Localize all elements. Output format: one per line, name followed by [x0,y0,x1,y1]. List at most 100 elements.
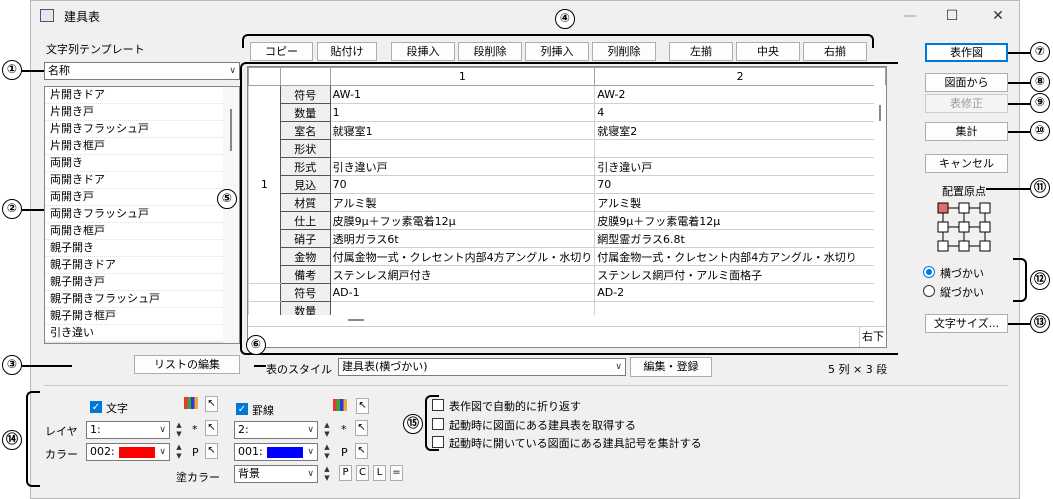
text-layer-combo[interactable]: 1: ∨ [86,421,170,439]
callout-10: ⑩ [1030,121,1050,141]
origin-middle-left[interactable] [937,221,949,233]
list-item[interactable]: 親子開きフラッシュ戸 [45,291,239,308]
pointer-icon[interactable]: ↖ [355,443,368,459]
list-item[interactable]: 両開き戸 [45,189,239,206]
maximize-button[interactable]: ☐ [932,3,972,29]
style-combo[interactable]: 建具表(横づかい) ∨ [338,358,626,376]
list-item[interactable]: 片開きドア [45,87,239,104]
option-label-aggregate: 起動時に開いている図面にある建具記号を集計する [449,437,702,450]
line-layer-spin[interactable]: ▲ ▼ [322,421,332,439]
callout-7: ⑦ [1030,42,1050,62]
pointer-icon[interactable]: ↖ [356,398,369,414]
fill-combo[interactable]: 背景 ∨ [234,465,318,483]
text-layer-value: 1: [90,423,101,436]
pointer-icon[interactable]: ↖ [205,420,218,436]
callout-5: ⑤ [217,189,237,209]
origin-middle-right[interactable] [979,221,991,233]
p-button[interactable]: P [339,465,352,481]
text-check-label: 文字 [106,402,128,415]
origin-top-center[interactable] [958,202,970,214]
callout-12: ⑫ [1030,270,1050,290]
close-button[interactable]: ✕ [978,3,1018,29]
style-edit-button[interactable]: 編集・登録 [630,357,712,377]
fill-spin[interactable]: ▲ ▼ [322,465,332,483]
equals-button[interactable]: = [390,465,403,481]
pointer-icon[interactable]: ↖ [205,443,218,459]
aggregate-button[interactable]: 集計 [925,122,1008,141]
list-item[interactable]: 引き違い戸 [45,342,239,343]
text-color-combo[interactable]: 002: ∨ [86,443,170,461]
origin-top-left[interactable] [937,202,949,214]
callout-8: ⑧ [1030,72,1050,92]
leader-13 [1008,323,1030,325]
text-layer-spin[interactable]: ▲ ▼ [174,421,184,439]
callout-4: ④ [555,9,575,29]
minimize-button[interactable]: — [890,3,930,29]
chevron-down-icon: ∨ [615,362,622,372]
origin-bottom-right[interactable] [979,240,991,252]
list-item[interactable]: 片開き框戸 [45,138,239,155]
chevron-down-icon: ∨ [307,447,314,457]
text-color-spin[interactable]: ▲ ▼ [174,443,184,461]
list-item[interactable]: 片開きフラッシュ戸 [45,121,239,138]
text-size-button[interactable]: 文字サイズ... [925,314,1008,333]
c-button[interactable]: C [356,465,369,481]
fill-label: 塗カラー [176,471,220,484]
l-button[interactable]: L [373,465,386,481]
cancel-button[interactable]: キャンセル [925,154,1008,173]
table-fix-button[interactable]: 表修正 [925,94,1008,113]
pointer-icon[interactable]: ↖ [205,396,218,412]
list-item[interactable]: 両開きフラッシュ戸 [45,206,239,223]
app-icon [40,9,54,22]
palette-icon[interactable] [184,397,198,409]
scroll-thumb[interactable] [230,109,232,151]
line-color-combo[interactable]: 001: ∨ [234,443,318,461]
origin-bottom-left[interactable] [937,240,949,252]
callout-1: ① [2,60,22,80]
layer-bracket [26,391,40,487]
list-item[interactable]: 片開き戸 [45,104,239,121]
text-checkbox[interactable]: ✓ [90,401,102,413]
template-combo[interactable]: 名称 ∨ [44,62,240,80]
list-item[interactable]: 親子開き [45,240,239,257]
pointer-icon[interactable]: ↖ [355,420,368,436]
list-item[interactable]: 引き違い [45,325,239,342]
origin-picker[interactable] [935,200,997,256]
line-checkbox[interactable]: ✓ [236,403,248,415]
option-label-get-table: 起動時に図面にある建具表を取得する [449,419,636,432]
callout-9: ⑨ [1030,93,1050,113]
origin-top-right[interactable] [979,202,991,214]
origin-label: 配置原点 [942,185,986,198]
palette-icon[interactable] [333,399,347,411]
callout-6: ⑥ [246,335,266,355]
line-color-spin[interactable]: ▲ ▼ [322,443,332,461]
chevron-down-icon: ∨ [307,425,314,435]
from-drawing-button[interactable]: 図面から [925,73,1008,92]
blue-swatch [266,446,303,458]
list-edit-button[interactable]: リストの編集 [134,355,240,374]
line-layer-combo[interactable]: 2: ∨ [234,421,318,439]
size-text: 5 列 × 3 段 [828,363,888,376]
list-item[interactable]: 両開き [45,155,239,172]
origin-middle-center[interactable] [958,221,970,233]
chevron-down-icon: ∨ [229,66,236,76]
list-scrollbar[interactable] [223,87,239,343]
leader-9 [1008,103,1030,105]
leader-3 [22,365,72,367]
vertical-radio[interactable] [923,285,935,297]
origin-bottom-center[interactable] [958,240,970,252]
list-item[interactable]: 親子開き戸 [45,274,239,291]
list-item[interactable]: 両開きドア [45,172,239,189]
callout-14: ⑭ [2,430,22,450]
leader-2 [22,209,44,211]
table-drawing-button[interactable]: 表作図 [925,43,1008,62]
list-item[interactable]: 親子開き框戸 [45,308,239,325]
style-label: 表のスタイル [266,363,332,376]
horizontal-radio[interactable] [923,266,935,278]
list-item[interactable]: 両開き框戸 [45,223,239,240]
p-label: P [341,446,348,459]
toolbar-bracket [242,34,874,48]
list-item[interactable]: 親子開きドア [45,257,239,274]
template-label: 文字列テンプレート [46,43,145,56]
template-listbox[interactable]: 片開きドア 片開き戸 片開きフラッシュ戸 片開き框戸 両開き 両開きドア 両開き戸 両開きフラ… [44,86,240,344]
